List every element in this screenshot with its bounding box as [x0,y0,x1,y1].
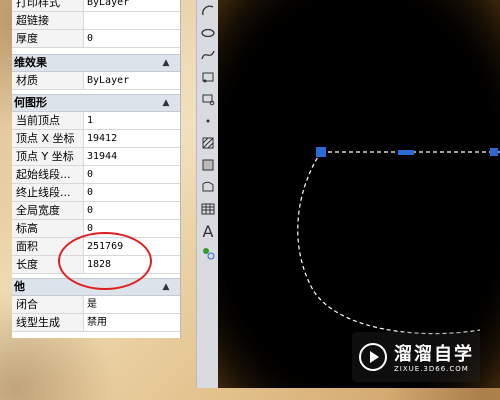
prop-row-linetype-generation[interactable]: 线型生成 禁用 [12,314,180,332]
prop-label: 当前顶点 [12,112,84,129]
chevron-up-icon[interactable]: ▲ [156,95,176,111]
section-title: 维效果 [14,56,47,69]
section-title: 他 [14,280,25,293]
spline-icon[interactable] [197,44,219,66]
ellipse-icon[interactable] [197,22,219,44]
prop-value[interactable]: 1 [84,112,180,129]
section-title: 何图形 [14,96,47,109]
chevron-up-icon[interactable]: ▲ [156,279,176,295]
watermark-title: 溜溜自学 [394,344,474,365]
insert-block-icon[interactable] [197,66,219,88]
prop-label: 终止线段... [12,184,84,201]
point-icon[interactable] [197,110,219,132]
prop-row-global-width[interactable]: 全局宽度 0 [12,202,180,220]
prop-row-print-style[interactable]: 打印样式 ByLayer [12,0,180,12]
section-geometry[interactable]: 何图形 ▲ [12,94,180,112]
drawing-svg [218,0,500,388]
prop-label: 顶点 X 坐标 [12,130,84,147]
prop-value[interactable]: 是 [84,296,180,313]
prop-label: 厚度 [12,30,84,47]
prop-label: 标高 [12,220,84,237]
play-logo-icon [359,343,387,371]
text-icon[interactable]: A [197,220,219,242]
prop-row-vertex-y[interactable]: 顶点 Y 坐标 31944 [12,148,180,166]
region-icon[interactable] [197,176,219,198]
prop-value[interactable]: 禁用 [84,314,180,331]
table-icon[interactable] [197,198,219,220]
prop-label: 打印样式 [12,0,84,11]
prop-value[interactable] [84,12,180,29]
prop-value[interactable]: 31944 [84,148,180,165]
prop-row-material[interactable]: 材质 ByLayer [12,72,180,90]
draw-toolbar: A [196,0,220,388]
prop-row-closed[interactable]: 闭合 是 [12,296,180,314]
prop-value[interactable]: 0 [84,166,180,183]
prop-value[interactable]: ByLayer [84,0,180,11]
prop-label: 起始线段... [12,166,84,183]
watermark: 溜溜自学 ZIXUE.3D66.COM [352,332,480,382]
canvas-vignette [218,0,500,388]
chevron-up-icon[interactable]: ▲ [156,55,176,71]
make-block-icon[interactable] [197,88,219,110]
prop-label: 超链接 [12,12,84,29]
prop-label: 全局宽度 [12,202,84,219]
hatch-icon[interactable] [197,132,219,154]
section-3d-effects[interactable]: 维效果 ▲ [12,54,180,72]
prop-row-current-vertex[interactable]: 当前顶点 1 [12,112,180,130]
arc-icon[interactable] [197,0,219,22]
prop-value[interactable]: 0 [84,184,180,201]
drawing-canvas[interactable] [218,0,500,388]
prop-row-start-segment[interactable]: 起始线段... 0 [12,166,180,184]
prop-value[interactable]: ByLayer [84,72,180,89]
prop-row-end-segment[interactable]: 终止线段... 0 [12,184,180,202]
prop-label: 线型生成 [12,314,84,331]
gradient-icon[interactable] [197,154,219,176]
prop-row-hyperlink[interactable]: 超链接 [12,12,180,30]
add-selected-icon[interactable] [197,242,219,264]
watermark-subtitle: ZIXUE.3D66.COM [394,365,469,373]
prop-label: 闭合 [12,296,84,313]
prop-label: 材质 [12,72,84,89]
prop-label: 顶点 Y 坐标 [12,148,84,165]
prop-value[interactable]: 0 [84,30,180,47]
prop-row-vertex-x[interactable]: 顶点 X 坐标 19412 [12,130,180,148]
highlight-ellipse [58,232,152,290]
prop-value[interactable]: 19412 [84,130,180,147]
prop-value[interactable]: 0 [84,202,180,219]
prop-row-thickness[interactable]: 厚度 0 [12,30,180,48]
